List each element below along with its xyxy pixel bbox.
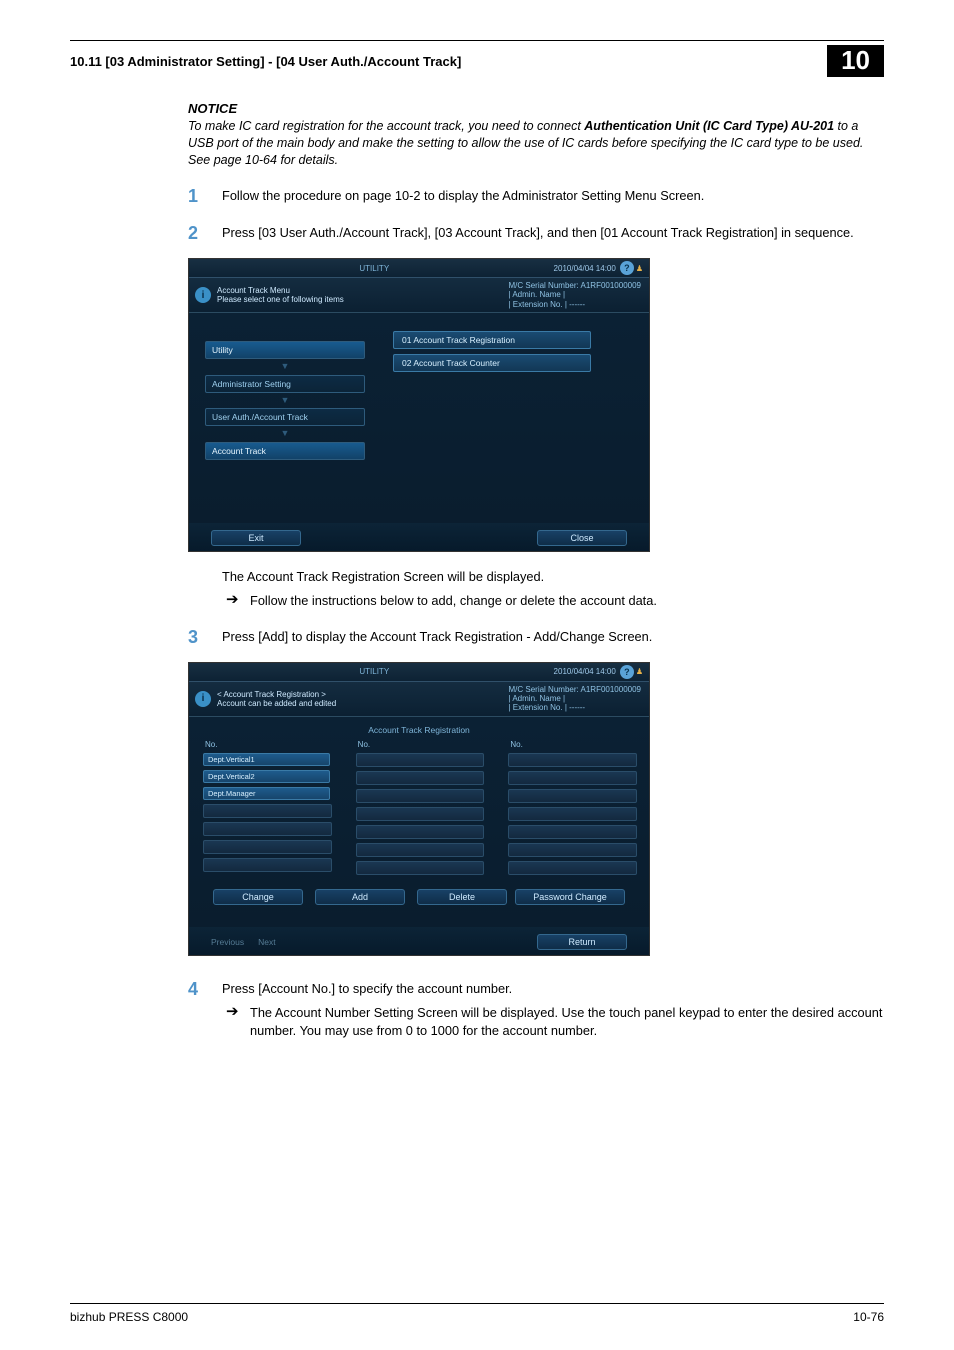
help-icon[interactable]: ? <box>620 665 634 679</box>
list-item-empty[interactable] <box>508 789 637 803</box>
previous-button[interactable]: Previous <box>211 937 244 947</box>
list-item-empty[interactable] <box>203 840 332 854</box>
list-item-empty[interactable] <box>508 825 637 839</box>
list-item-empty[interactable] <box>508 771 637 785</box>
ss2-datetime: 2010/04/04 14:00 <box>554 667 616 676</box>
ss1-serial: M/C Serial Number: A1RF001000009 <box>508 281 641 290</box>
return-button[interactable]: Return <box>537 934 627 950</box>
list-item[interactable]: Dept.Vertical1 <box>203 753 330 766</box>
step-2-result: The Account Track Registration Screen wi… <box>222 568 884 586</box>
list-item-empty[interactable] <box>508 861 637 875</box>
breadcrumb-account-track[interactable]: Account Track <box>205 442 365 460</box>
next-button[interactable]: Next <box>258 937 275 947</box>
help-icon[interactable]: ? <box>620 261 634 275</box>
step-2-number: 2 <box>188 224 222 244</box>
step-1-text: Follow the procedure on page 10-2 to dis… <box>222 187 704 207</box>
list-item[interactable]: Dept.Manager <box>203 787 330 800</box>
info-icon: i <box>195 691 211 707</box>
list-item-empty[interactable] <box>508 843 637 857</box>
section-header: 10.11 [03 Administrator Setting] - [04 U… <box>70 54 461 69</box>
list-item-empty[interactable] <box>508 753 637 767</box>
ss2-ext: | Extension No. | ------ <box>508 703 641 712</box>
info-icon: i <box>195 287 211 303</box>
ss1-utility-label: UTILITY <box>195 264 554 273</box>
list-item-empty[interactable] <box>356 807 485 821</box>
breadcrumb-utility[interactable]: Utility <box>205 341 365 359</box>
ss2-admin: | Admin. Name | <box>508 694 641 703</box>
footer-page: 10-76 <box>853 1310 884 1324</box>
arrow-right-icon: ➔ <box>222 592 250 607</box>
password-change-button[interactable]: Password Change <box>515 889 625 905</box>
user-icon[interactable]: ♟ <box>636 264 643 273</box>
step-1-number: 1 <box>188 187 222 207</box>
ss1-admin: | Admin. Name | <box>508 290 641 299</box>
column-header-1: No. <box>203 740 330 749</box>
chevron-down-icon: ▼ <box>205 365 365 369</box>
ss2-info-line2: Account can be added and edited <box>217 699 336 708</box>
list-item-empty[interactable] <box>356 753 485 767</box>
step-3-text: Press [Add] to display the Account Track… <box>222 628 652 648</box>
screenshot-account-track-menu: UTILITY 2010/04/04 14:00 ? ♟ i Account T… <box>188 258 650 552</box>
ss1-ext: | Extension No. | ------ <box>508 300 641 309</box>
list-item-empty[interactable] <box>203 822 332 836</box>
ss2-pane-title: Account Track Registration <box>201 723 637 740</box>
exit-button[interactable]: Exit <box>211 530 301 546</box>
add-button[interactable]: Add <box>315 889 405 905</box>
step-2-substep: Follow the instructions below to add, ch… <box>250 592 657 610</box>
screenshot-account-track-registration: UTILITY 2010/04/04 14:00 ? ♟ i < Account… <box>188 662 650 956</box>
list-item-empty[interactable] <box>356 825 485 839</box>
ss2-utility-label: UTILITY <box>195 667 554 676</box>
list-item-empty[interactable] <box>203 804 332 818</box>
list-item-empty[interactable] <box>356 861 485 875</box>
chevron-down-icon: ▼ <box>205 399 365 403</box>
chevron-down-icon: ▼ <box>205 432 365 436</box>
breadcrumb-user-auth[interactable]: User Auth./Account Track <box>205 408 365 426</box>
ss1-info-line1: Account Track Menu <box>217 286 344 295</box>
breadcrumb-admin-setting[interactable]: Administrator Setting <box>205 375 365 393</box>
notice-body: To make IC card registration for the acc… <box>188 118 884 169</box>
list-item-empty[interactable] <box>203 858 332 872</box>
arrow-right-icon: ➔ <box>222 1004 250 1019</box>
list-item[interactable]: Dept.Vertical2 <box>203 770 330 783</box>
step-2-text: Press [03 User Auth./Account Track], [03… <box>222 224 854 244</box>
list-item-empty[interactable] <box>356 789 485 803</box>
ss1-info-line2: Please select one of following items <box>217 295 344 304</box>
step-4-text: Press [Account No.] to specify the accou… <box>222 980 884 998</box>
change-button[interactable]: Change <box>213 889 303 905</box>
list-item-empty[interactable] <box>508 807 637 821</box>
delete-button[interactable]: Delete <box>417 889 507 905</box>
notice-title: NOTICE <box>188 101 884 116</box>
user-icon[interactable]: ♟ <box>636 667 643 676</box>
ss2-info-line1: < Account Track Registration > <box>217 690 336 699</box>
chapter-number-box: 10 <box>827 45 884 77</box>
step-3-number: 3 <box>188 628 222 648</box>
step-4-substep: The Account Number Setting Screen will b… <box>250 1004 884 1040</box>
column-header-2: No. <box>356 740 483 749</box>
close-button[interactable]: Close <box>537 530 627 546</box>
list-item-empty[interactable] <box>356 843 485 857</box>
list-item-empty[interactable] <box>356 771 485 785</box>
menu-account-track-counter[interactable]: 02 Account Track Counter <box>393 354 591 372</box>
ss1-datetime: 2010/04/04 14:00 <box>554 264 616 273</box>
step-4-number: 4 <box>188 980 222 1040</box>
footer-model: bizhub PRESS C8000 <box>70 1310 188 1324</box>
column-header-3: No. <box>508 740 635 749</box>
notice-body-prefix: To make IC card registration for the acc… <box>188 119 584 133</box>
menu-account-track-registration[interactable]: 01 Account Track Registration <box>393 331 591 349</box>
ss2-serial: M/C Serial Number: A1RF001000009 <box>508 685 641 694</box>
notice-body-bold: Authentication Unit (IC Card Type) AU-20… <box>584 119 834 133</box>
